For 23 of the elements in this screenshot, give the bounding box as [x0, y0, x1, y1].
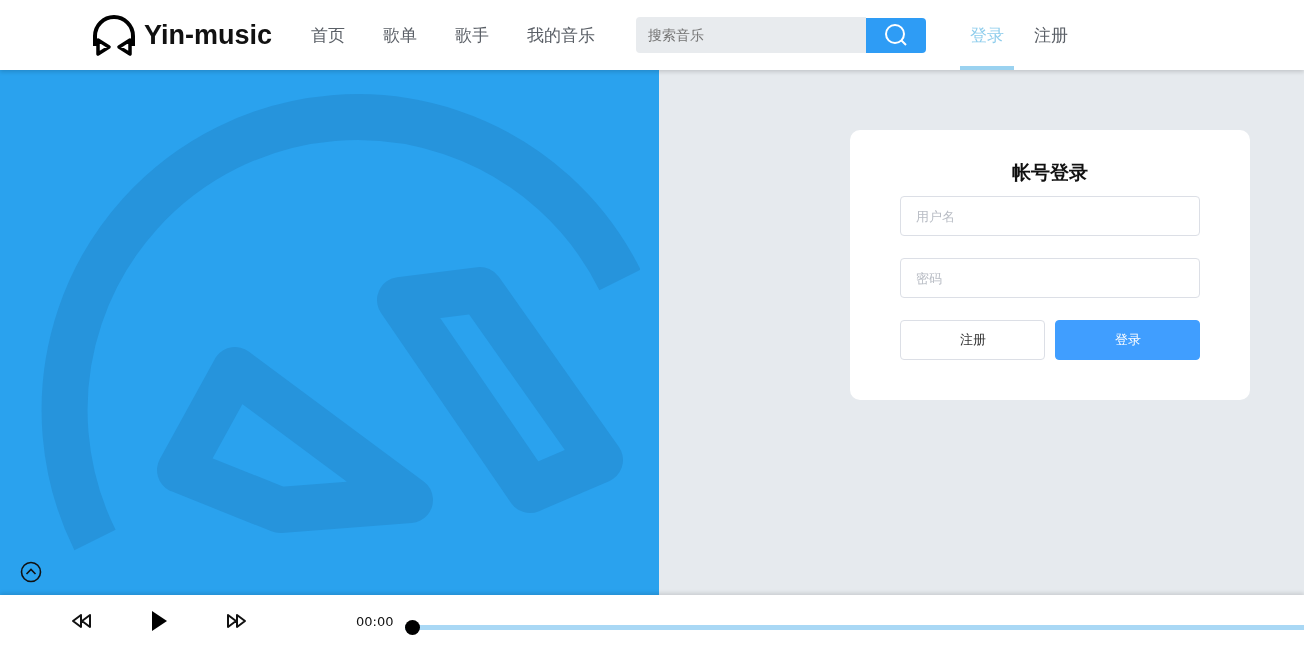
progress-slider[interactable] — [405, 619, 1304, 635]
search-button[interactable] — [866, 17, 927, 53]
register-button[interactable]: 注册 — [900, 320, 1045, 360]
next-button[interactable] — [226, 612, 248, 630]
nav-link[interactable]: 首页 — [311, 23, 346, 47]
headphones-logo-icon — [90, 12, 138, 58]
previous-button[interactable] — [70, 612, 92, 630]
current-time: 00:00 — [356, 613, 394, 629]
search-field[interactable]: 搜索音乐 — [636, 17, 867, 53]
nav-link[interactable]: 歌单 — [383, 23, 418, 47]
rewind-icon — [70, 612, 92, 630]
expand-up-button[interactable] — [20, 561, 42, 583]
brand-name: Yin-music — [144, 19, 273, 51]
chevron-up-icon — [20, 561, 42, 583]
nav-link[interactable]: 我的音乐 — [527, 23, 596, 47]
play-icon — [150, 610, 168, 632]
nav-link[interactable]: 歌手 — [455, 23, 490, 47]
login-title: 帐号登录 — [1012, 160, 1088, 185]
account-link[interactable]: 注册 — [1024, 0, 1079, 70]
input-field[interactable]: 用户名 — [900, 196, 1200, 236]
input-field[interactable]: 密码 — [900, 258, 1200, 298]
play-button[interactable] — [150, 610, 168, 632]
fast-forward-icon — [226, 612, 248, 630]
